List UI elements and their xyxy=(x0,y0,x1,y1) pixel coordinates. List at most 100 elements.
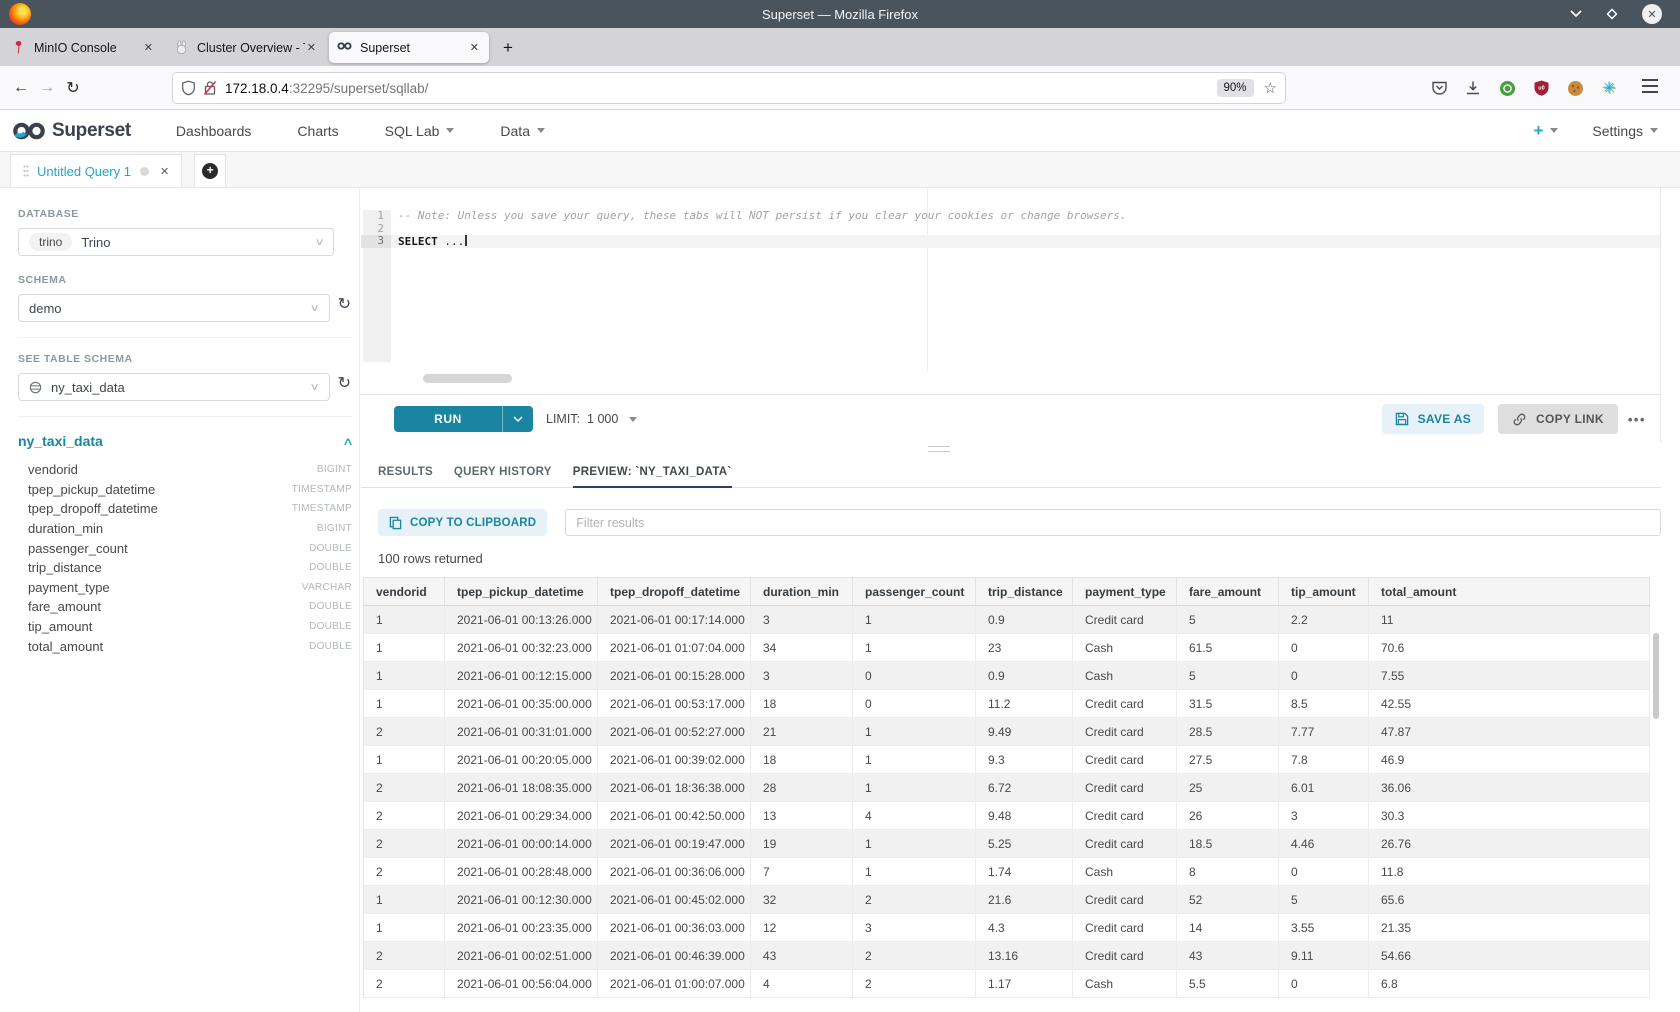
menu-hamburger-icon[interactable] xyxy=(1642,79,1658,93)
database-select[interactable]: trino Trino ∨ xyxy=(18,228,334,256)
cell-fare: 52 xyxy=(1177,886,1279,914)
browser-tab-minio[interactable]: MinIO Console ✕ xyxy=(3,32,163,63)
filter-results-input[interactable] xyxy=(565,509,1661,536)
table-header-cell[interactable]: vendorid xyxy=(364,578,445,606)
window-minimize-icon[interactable] xyxy=(1570,10,1582,18)
run-options-button[interactable] xyxy=(502,406,533,432)
table-name-heading[interactable]: ny_taxi_data xyxy=(18,433,103,449)
cell-vendorid: 1 xyxy=(364,662,445,690)
table-header-cell[interactable]: tpep_pickup_datetime xyxy=(445,578,598,606)
results-vscrollbar[interactable] xyxy=(1653,633,1659,719)
sql-editor[interactable]: 1-- Note: Unless you save your query, th… xyxy=(361,188,1661,395)
new-query-tab-button[interactable]: + xyxy=(194,154,226,187)
back-button[interactable]: ← xyxy=(8,79,34,97)
cell-passengers: 0 xyxy=(853,662,976,690)
schema-value: demo xyxy=(29,301,62,316)
cell-payment: Credit card xyxy=(1073,774,1177,802)
tab-preview[interactable]: PREVIEW: `NY_TAXI_DATA` xyxy=(573,466,732,487)
refresh-schema-icon[interactable]: ↻ xyxy=(338,294,351,314)
extension-sparkle-icon[interactable]: ✳ xyxy=(1600,79,1618,97)
extension-green-icon[interactable] xyxy=(1498,79,1516,97)
browser-tab-superset[interactable]: Superset ✕ xyxy=(329,32,489,63)
nav-item-data[interactable]: Data xyxy=(477,123,568,139)
tab-results[interactable]: RESULTS xyxy=(378,466,433,487)
forward-button[interactable]: → xyxy=(34,79,60,97)
tab-query-history[interactable]: QUERY HISTORY xyxy=(454,466,552,487)
table-header-cell[interactable]: tip_amount xyxy=(1279,578,1369,606)
superset-logo-icon xyxy=(12,120,46,142)
cell-vendorid: 1 xyxy=(364,634,445,662)
table-header-cell[interactable]: tpep_dropoff_datetime xyxy=(598,578,751,606)
chevron-down-icon xyxy=(1650,128,1658,133)
pocket-icon[interactable] xyxy=(1430,79,1448,97)
schema-select[interactable]: demo ∨ xyxy=(18,294,330,322)
table-header-cell[interactable]: fare_amount xyxy=(1177,578,1279,606)
reload-button[interactable]: ↻ xyxy=(60,78,86,98)
superset-brand[interactable]: Superset xyxy=(12,120,131,142)
cell-duration: 21 xyxy=(751,718,853,746)
downloads-icon[interactable] xyxy=(1464,79,1482,97)
url-field[interactable]: 172.18.0.4:32295/superset/sqllab/ 90% ☆ xyxy=(173,73,1285,103)
browser-tab-trino[interactable]: Cluster Overview - Trino ✕ xyxy=(166,32,326,63)
cell-vendorid: 1 xyxy=(364,690,445,718)
database-label: DATABASE xyxy=(18,208,351,220)
cell-pickup: 2021-06-01 00:35:00.000 xyxy=(445,690,598,718)
shield-icon[interactable] xyxy=(181,80,196,96)
copy-to-clipboard-button[interactable]: COPY TO CLIPBOARD xyxy=(378,509,547,536)
ublock-shield-icon[interactable]: u0 xyxy=(1532,79,1550,97)
cell-vendorid: 2 xyxy=(364,774,445,802)
chevron-up-icon[interactable]: ∧ xyxy=(342,435,354,448)
copy-link-button[interactable]: COPY LINK xyxy=(1498,404,1618,434)
nav-item-charts[interactable]: Charts xyxy=(274,123,361,139)
table-row: 2 2021-06-01 00:31:01.000 2021-06-01 00:… xyxy=(364,718,1650,746)
run-button[interactable]: RUN xyxy=(394,406,502,432)
chevron-down-icon xyxy=(1550,128,1558,133)
window-maximize-icon[interactable] xyxy=(1606,8,1618,20)
cell-pickup: 2021-06-01 00:02:51.000 xyxy=(445,942,598,970)
editor-hscrollbar[interactable] xyxy=(423,374,512,383)
resize-handle-icon[interactable] xyxy=(928,446,950,452)
cell-total: 65.6 xyxy=(1369,886,1650,914)
settings-menu[interactable]: Settings xyxy=(1592,123,1658,139)
cookie-icon[interactable] xyxy=(1566,79,1584,97)
cell-passengers: 1 xyxy=(853,718,976,746)
tab-close-icon[interactable]: ✕ xyxy=(468,41,481,54)
cell-tip: 9.11 xyxy=(1279,942,1369,970)
query-tab-active[interactable]: Untitled Query 1 ✕ xyxy=(10,154,182,187)
trino-rabbit-icon xyxy=(174,40,189,55)
nav-item-dashboards[interactable]: Dashboards xyxy=(153,123,275,139)
cell-fare: 43 xyxy=(1177,942,1279,970)
cell-distance: 23 xyxy=(976,634,1073,662)
new-tab-button[interactable]: + xyxy=(495,35,521,61)
refresh-table-icon[interactable]: ↻ xyxy=(338,373,351,393)
column-type: TIMESTAMP xyxy=(292,503,352,514)
add-new-button[interactable]: + xyxy=(1533,121,1558,141)
window-close-icon[interactable]: ✕ xyxy=(1642,4,1662,24)
cell-fare: 31.5 xyxy=(1177,690,1279,718)
table-header-row: vendoridtpep_pickup_datetimetpep_dropoff… xyxy=(364,578,1650,606)
cell-fare: 61.5 xyxy=(1177,634,1279,662)
zoom-level-badge[interactable]: 90% xyxy=(1217,79,1254,97)
table-header-cell[interactable]: payment_type xyxy=(1073,578,1177,606)
tab-close-icon[interactable]: ✕ xyxy=(142,41,155,54)
tab-close-icon[interactable]: ✕ xyxy=(305,41,318,54)
table-select[interactable]: ny_taxi_data ∨ xyxy=(18,373,330,401)
save-as-button[interactable]: SAVE AS xyxy=(1382,404,1484,434)
table-header-cell[interactable]: total_amount xyxy=(1369,578,1650,606)
chevron-down-icon xyxy=(537,128,545,133)
cell-vendorid: 1 xyxy=(364,886,445,914)
cell-payment: Credit card xyxy=(1073,942,1177,970)
nav-item-sql-lab[interactable]: SQL Lab xyxy=(362,123,478,139)
results-tabbar: RESULTS QUERY HISTORY PREVIEW: `NY_TAXI_… xyxy=(361,443,1661,488)
table-header-cell[interactable]: trip_distance xyxy=(976,578,1073,606)
bookmark-star-icon[interactable]: ☆ xyxy=(1264,79,1277,97)
more-options-button[interactable]: ••• xyxy=(1628,412,1646,427)
table-header-cell[interactable]: passenger_count xyxy=(853,578,976,606)
columns-list: vendorid BIGINT tpep_pickup_datetime TIM… xyxy=(18,460,352,656)
cell-duration: 3 xyxy=(751,606,853,634)
table-header-cell[interactable]: duration_min xyxy=(751,578,853,606)
limit-dropdown[interactable]: LIMIT: 1 000 xyxy=(546,412,637,426)
lock-insecure-icon[interactable] xyxy=(203,80,217,96)
table-icon xyxy=(29,381,42,394)
close-icon[interactable]: ✕ xyxy=(160,165,169,178)
